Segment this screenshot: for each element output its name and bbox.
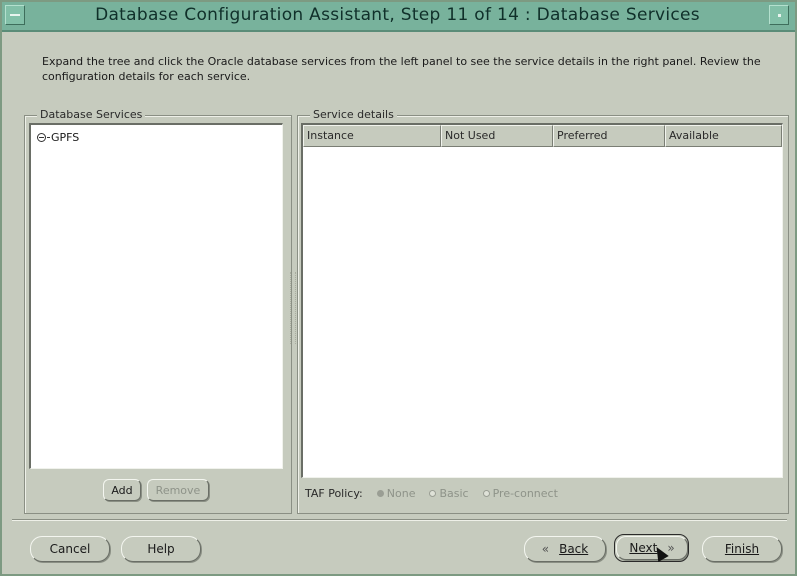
- column-header-instance[interactable]: Instance: [303, 125, 441, 147]
- taf-policy-row: TAF Policy: None Basic Pre-connect: [305, 487, 558, 500]
- add-button[interactable]: Add: [103, 479, 141, 501]
- footer-separator: [12, 519, 787, 521]
- tree-connector-icon: [47, 137, 50, 138]
- step-description: Expand the tree and click the Oracle dat…: [42, 55, 761, 83]
- title-bar[interactable]: Database Configuration Assistant, Step 1…: [2, 2, 795, 32]
- taf-none-label: None: [386, 487, 416, 500]
- collapse-icon[interactable]: [37, 133, 46, 142]
- column-header-not-used[interactable]: Not Used: [441, 125, 553, 147]
- cancel-button[interactable]: Cancel: [30, 536, 110, 562]
- radio-icon: [482, 490, 490, 497]
- services-tree[interactable]: GPFS: [29, 123, 283, 469]
- back-button[interactable]: « Back: [524, 536, 606, 562]
- back-arrow-icon: «: [541, 542, 550, 556]
- dbca-window: Database Configuration Assistant, Step 1…: [0, 0, 797, 576]
- service-details-table[interactable]: Instance Not Used Preferred Available: [301, 123, 783, 478]
- service-details-label: Service details: [310, 108, 397, 121]
- finish-button[interactable]: Finish: [702, 536, 782, 562]
- splitter-handle[interactable]: [290, 272, 296, 344]
- taf-preconnect-label: Pre-connect: [492, 487, 558, 500]
- taf-policy-label: TAF Policy:: [305, 487, 363, 500]
- radio-icon: [429, 490, 437, 497]
- column-header-available[interactable]: Available: [665, 125, 782, 147]
- database-services-label: Database Services: [37, 108, 146, 121]
- finish-label: Finish: [724, 542, 760, 556]
- tree-item-gpfs[interactable]: GPFS: [37, 131, 79, 144]
- minimize-icon[interactable]: [769, 5, 789, 25]
- help-button[interactable]: Help: [121, 536, 201, 562]
- window-menu-icon[interactable]: [5, 5, 25, 25]
- tree-item-label: GPFS: [51, 131, 80, 144]
- taf-none-radio[interactable]: None: [376, 487, 416, 500]
- column-header-preferred[interactable]: Preferred: [553, 125, 665, 147]
- remove-button[interactable]: Remove: [147, 479, 209, 501]
- back-label: Back: [559, 542, 589, 556]
- taf-preconnect-radio[interactable]: Pre-connect: [482, 487, 558, 500]
- radio-selected-icon: [376, 490, 384, 497]
- taf-basic-label: Basic: [439, 487, 469, 500]
- window-title: Database Configuration Assistant, Step 1…: [95, 5, 700, 25]
- taf-basic-radio[interactable]: Basic: [429, 487, 469, 500]
- table-header: Instance Not Used Preferred Available: [303, 125, 782, 147]
- next-focus-ring: [614, 534, 689, 562]
